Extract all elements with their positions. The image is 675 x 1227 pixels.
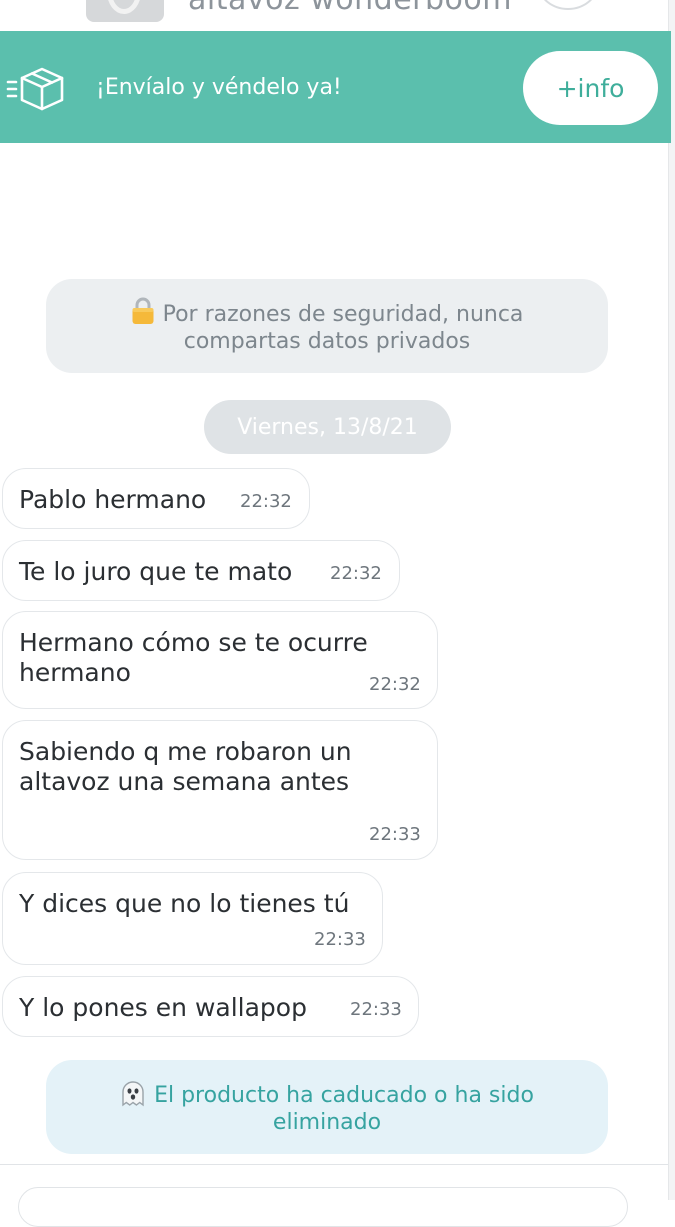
message-time: 22:33: [314, 929, 366, 950]
message-text: Sabiendo q me robaron un: [19, 737, 352, 766]
message-text: Y lo pones en wallapop: [19, 993, 307, 1022]
message-bubble[interactable]: Y lo pones en wallapop 22:33: [2, 976, 419, 1037]
scrollbar-track[interactable]: [668, 0, 675, 1200]
divider: [0, 1164, 668, 1165]
message-bubble[interactable]: Pablo hermano 22:32: [2, 468, 310, 529]
product-expired-line1: El producto ha caducado o ha sido: [154, 1082, 534, 1108]
box-shipping-icon: [6, 67, 64, 111]
banner-text: ¡Envíalo y véndelo ya!: [96, 75, 342, 100]
message-time: 22:33: [369, 824, 421, 845]
more-info-button[interactable]: +info: [523, 51, 658, 125]
message-text: hermano: [19, 658, 131, 687]
message-text: Y dices que no lo tienes tú: [19, 889, 350, 918]
product-header[interactable]: altavoz wonderboom: [0, 0, 668, 30]
ghost-icon: [122, 1080, 144, 1106]
security-notice-text: Por razones de seguridad, nunca comparta…: [131, 297, 524, 355]
shipping-promo-banner: ¡Envíalo y véndelo ya! +info: [0, 31, 671, 143]
product-title[interactable]: altavoz wonderboom: [188, 0, 512, 17]
message-time: 22:32: [369, 674, 421, 695]
message-input[interactable]: [18, 1187, 628, 1227]
message-text: altavoz una semana antes: [19, 767, 350, 796]
product-expired-text: El producto ha caducado o ha sido elimin…: [120, 1079, 534, 1136]
message-bubble[interactable]: Y dices que no lo tienes tú 22:33: [2, 872, 383, 965]
message-text: Pablo hermano: [19, 485, 207, 514]
product-action-button[interactable]: [538, 0, 598, 10]
message-bubble[interactable]: Hermano cómo se te ocurre hermano 22:32: [2, 611, 438, 709]
message-bubble[interactable]: Te lo juro que te mato 22:32: [2, 540, 400, 601]
date-separator: Viernes, 13/8/21: [204, 400, 451, 454]
message-time: 22:32: [240, 491, 292, 512]
security-notice-line1: Por razones de seguridad, nunca: [162, 302, 524, 327]
message-bubble[interactable]: Sabiendo q me robaron un altavoz una sem…: [2, 720, 438, 860]
product-expired-line2: eliminado: [272, 1109, 382, 1135]
security-notice-line2: compartas datos privados: [183, 329, 471, 354]
message-text: Te lo juro que te mato: [19, 557, 293, 586]
lock-icon: [132, 297, 154, 324]
message-time: 22:33: [350, 999, 402, 1020]
message-text: Hermano cómo se te ocurre: [19, 628, 368, 657]
product-expired-notice: El producto ha caducado o ha sido elimin…: [46, 1060, 608, 1154]
message-time: 22:32: [330, 563, 382, 584]
security-notice: Por razones de seguridad, nunca comparta…: [46, 279, 608, 373]
